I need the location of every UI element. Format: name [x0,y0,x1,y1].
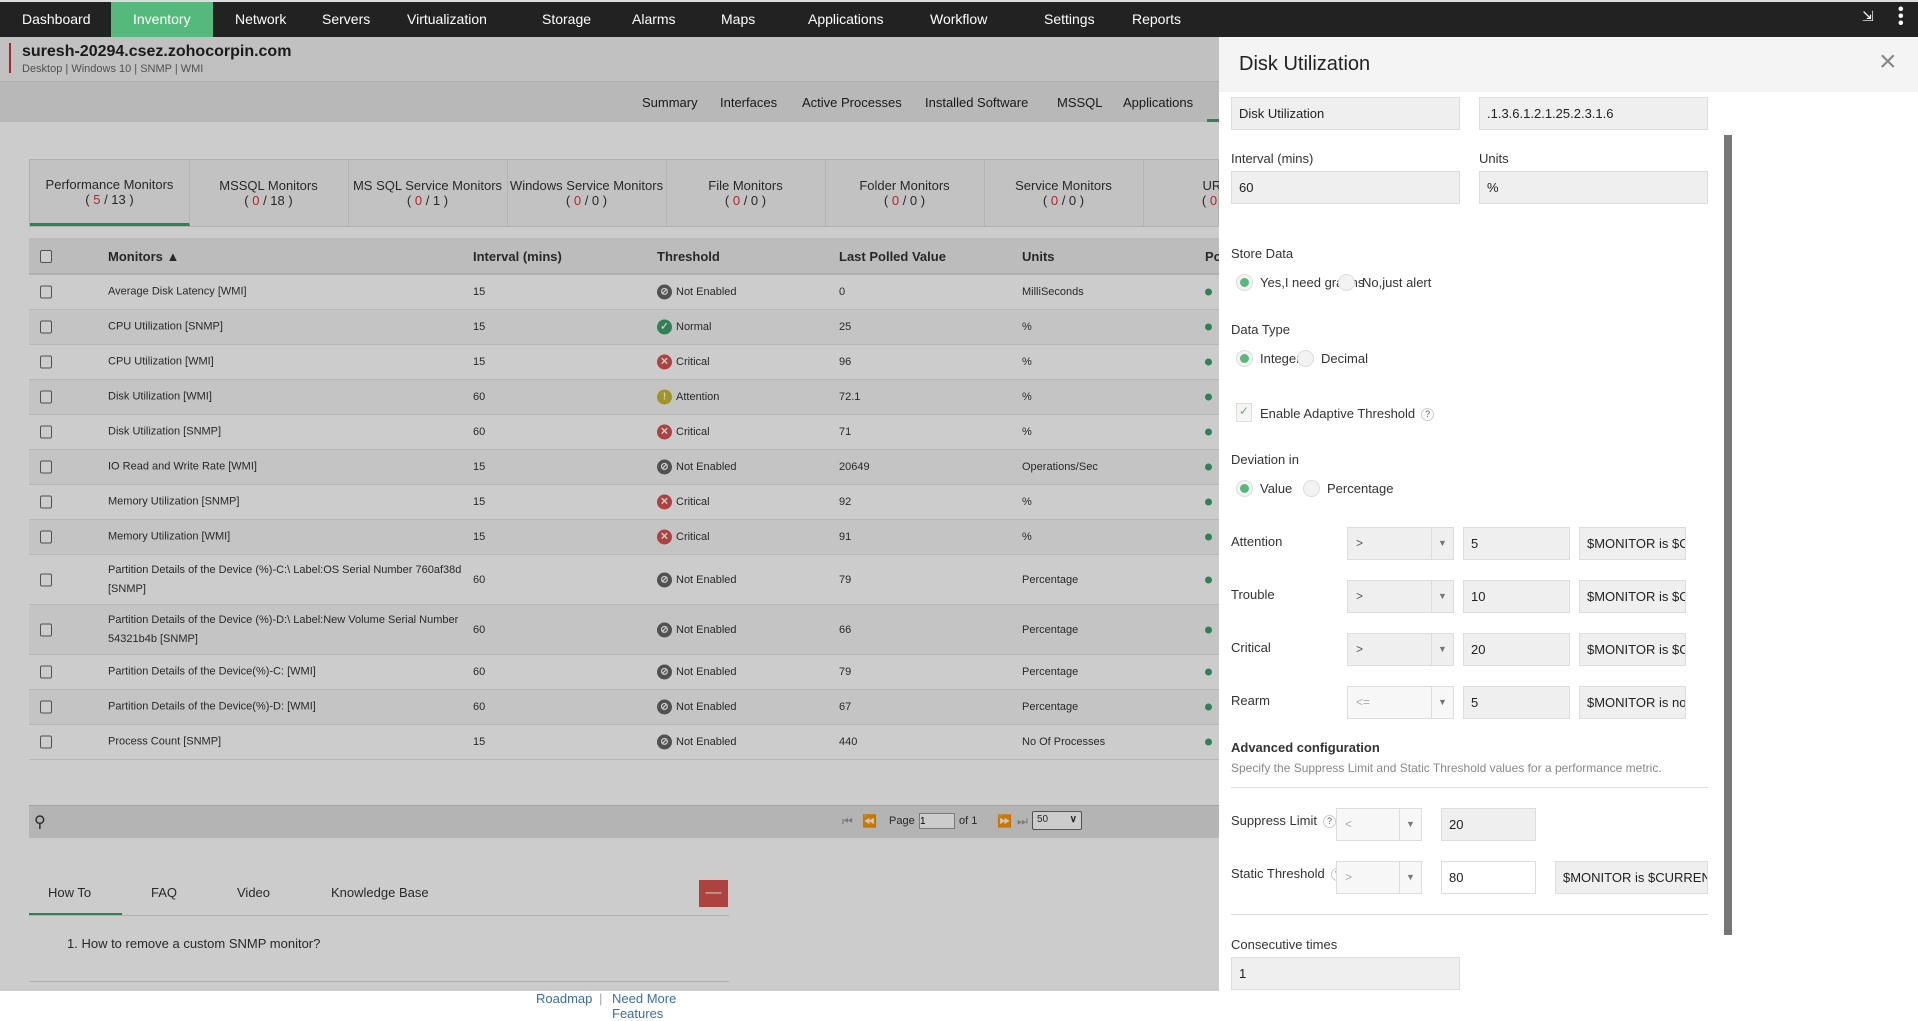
store-no-radio[interactable] [1338,274,1355,291]
attention-operator-select[interactable]: > ▼ [1347,527,1454,560]
static-threshold-label: Static Threshold? [1231,866,1344,882]
edit-monitor-panel: Disk Utilization × Disk Utilization .1.3… [1219,37,1918,991]
trouble-message-field[interactable]: $MONITOR is $CURRENTVAL [1579,580,1686,613]
store-no-label: No,just alert [1362,275,1432,290]
integer-radio[interactable] [1236,350,1253,367]
deviation-percentage-radio[interactable] [1303,480,1320,497]
suppress-operator-value: < [1345,817,1353,831]
deviation-label: Deviation in [1231,452,1299,467]
trouble-operator-select[interactable]: > ▼ [1347,580,1454,613]
close-icon[interactable]: × [1879,45,1897,79]
adaptive-threshold-label: Enable Adaptive Threshold? [1260,406,1435,422]
interval-field[interactable]: 60 [1231,171,1460,204]
units-label: Units [1479,151,1509,166]
chevron-down-icon: ▼ [1431,634,1453,665]
advanced-config-title: Advanced configuration [1231,740,1380,755]
attention-message-field[interactable]: $MONITOR is $CURRENTVAL [1579,527,1686,560]
attention-value-field[interactable]: 5 [1463,527,1570,560]
help-icon[interactable]: ? [1322,815,1336,829]
nav-item-storage[interactable]: Storage [520,2,613,37]
chevron-down-icon: ▼ [1431,581,1453,612]
rearm-value-field[interactable]: 5 [1463,686,1570,719]
decimal-radio[interactable] [1297,350,1314,367]
nav-item-servers[interactable]: Servers [300,2,392,37]
static-operator-select[interactable]: > ▼ [1336,861,1422,894]
nav-item-dashboard[interactable]: Dashboard [0,2,113,37]
help-icon[interactable]: ? [1421,408,1435,422]
more-icon[interactable]: • • • [1898,2,1904,32]
consecutive-times-field[interactable]: 1 [1231,957,1460,990]
critical-operator-select[interactable]: > ▼ [1347,633,1454,666]
suppress-operator-select[interactable]: < ▼ [1336,808,1422,841]
monitor-name-field[interactable]: Disk Utilization [1231,97,1460,130]
critical-value-field[interactable]: 20 [1463,633,1570,666]
nav-item-inventory[interactable]: Inventory [111,2,213,37]
trouble-operator-value: > [1356,589,1364,603]
top-nav: Dashboard Inventory Network Servers Virtuali… [0,0,1918,37]
nav-item-reports[interactable]: Reports [1110,2,1203,37]
deviation-value-radio[interactable] [1236,480,1253,497]
adaptive-threshold-text: Enable Adaptive Threshold [1260,406,1416,421]
rearm-message-field[interactable]: $MONITOR is now back [1579,686,1686,719]
scrollbar[interactable] [1724,135,1732,935]
static-threshold-field[interactable]: 80 [1441,861,1536,894]
static-threshold-message[interactable]: $MONITOR is $CURRENTVAL [1555,861,1708,894]
panel-header: Disk Utilization × [1219,37,1918,92]
chevron-down-icon: ▼ [1399,862,1421,893]
suppress-limit-text: Suppress Limit [1231,813,1317,828]
deviation-value-label: Value [1260,481,1293,496]
decimal-label: Decimal [1321,351,1368,366]
advanced-config-desc: Specify the Suppress Limit and Static Th… [1231,761,1662,775]
critical-label: Critical [1231,640,1271,655]
nav-item-virtualization[interactable]: Virtualization [385,2,509,37]
attention-label: Attention [1231,534,1283,549]
trouble-value-field[interactable]: 10 [1463,580,1570,613]
rearm-label: Rearm [1231,693,1271,708]
data-type-label: Data Type [1231,322,1291,337]
modal-overlay[interactable] [0,37,1219,991]
chevron-down-icon: ▼ [1431,528,1453,559]
collapse-icon[interactable]: ⇲ [1862,8,1874,25]
need-more-features-link[interactable]: Need More Features [612,991,729,1021]
nav-item-maps[interactable]: Maps [699,2,777,37]
deviation-percentage-label: Percentage [1327,481,1394,496]
suppress-limit-field[interactable]: 20 [1441,808,1536,841]
critical-operator-value: > [1356,642,1364,656]
static-threshold-text: Static Threshold [1231,866,1325,881]
nav-item-settings[interactable]: Settings [1022,2,1117,37]
interval-label: Interval (mins) [1231,151,1314,166]
adaptive-threshold-checkbox[interactable]: ✓ [1236,403,1252,422]
suppress-limit-label: Suppress Limit? [1231,813,1336,829]
chevron-down-icon: ▼ [1431,687,1453,718]
divider [1231,914,1708,915]
integer-label: Integer [1260,351,1301,366]
attention-operator-value: > [1356,536,1364,550]
rearm-operator-value: <= [1356,695,1371,709]
trouble-label: Trouble [1231,587,1275,602]
static-operator-value: > [1345,870,1353,884]
nav-item-alarms[interactable]: Alarms [610,2,698,37]
panel-title: Disk Utilization [1239,53,1371,75]
rearm-operator-select[interactable]: <= ▼ [1347,686,1454,719]
nav-item-network[interactable]: Network [213,2,308,37]
roadmap-link[interactable]: Roadmap [536,991,592,1006]
store-data-label: Store Data [1231,246,1294,261]
link-separator: | [599,991,603,1006]
oid-field[interactable]: .1.3.6.1.2.1.25.2.3.1.6 [1479,97,1708,130]
consecutive-times-label: Consecutive times [1231,937,1338,952]
units-field[interactable]: % [1479,171,1708,204]
store-yes-radio[interactable] [1236,274,1253,291]
nav-item-applications[interactable]: Applications [786,2,906,37]
critical-message-field[interactable]: $MONITOR is $CURRENTVAL [1579,633,1686,666]
nav-item-workflow[interactable]: Workflow [908,2,1009,37]
chevron-down-icon: ▼ [1399,809,1421,840]
divider [1231,787,1708,788]
